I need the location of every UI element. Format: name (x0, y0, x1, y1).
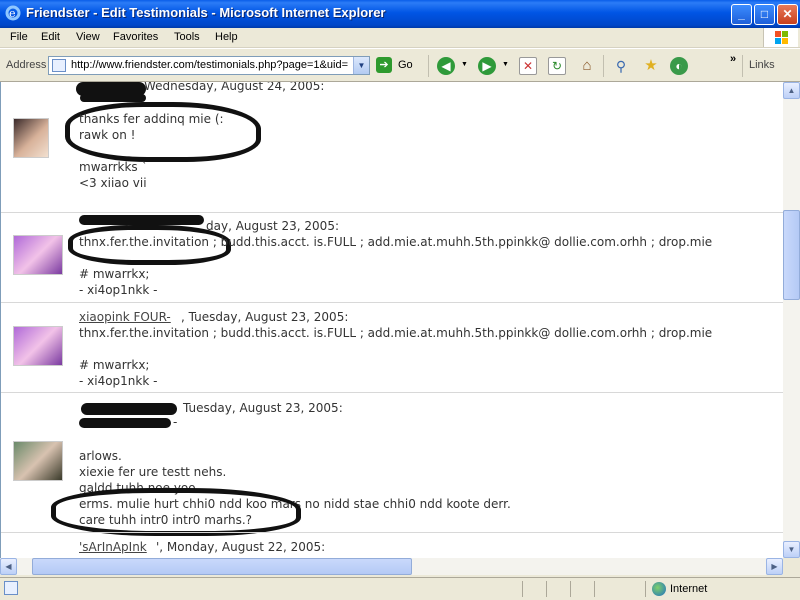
back-dropdown-icon[interactable]: ▼ (461, 61, 468, 68)
scrollbar-corner (783, 558, 800, 575)
testimonial-date: , Tuesday, August 23, 2005: (181, 310, 349, 324)
windows-logo-icon (763, 28, 798, 47)
testimonial-line: arlows. (79, 449, 122, 463)
page-status-icon (4, 581, 18, 595)
avatar[interactable] (13, 441, 63, 481)
menu-help[interactable]: Help (215, 31, 238, 43)
go-arrow-icon: ➔ (376, 57, 392, 73)
status-divider (594, 581, 595, 597)
author-link[interactable]: xiaopink FOUR- (79, 310, 171, 324)
back-icon[interactable]: ◀ (437, 57, 455, 75)
testimonial-entry: day, August 23, 2005: thnx.fer.the.invit… (1, 212, 783, 303)
testimonial-line: mwarrkks ` (79, 160, 148, 174)
menu-favorites[interactable]: Favorites (113, 31, 158, 43)
status-divider (570, 581, 571, 597)
address-input[interactable]: http://www.friendster.com/testimonials.p… (48, 56, 370, 75)
horizontal-scroll-thumb[interactable] (32, 558, 412, 575)
testimonial-entry: Wednesday, August 24, 2005: thanks fer a… (1, 82, 783, 212)
favorites-star-icon[interactable]: ★ (642, 57, 660, 75)
stop-icon[interactable]: ✕ (519, 57, 537, 75)
svg-text:e: e (9, 7, 16, 20)
testimonial-line: rawk on ! (79, 128, 136, 142)
close-button[interactable]: ✕ (777, 4, 798, 25)
globe-icon (652, 582, 666, 596)
vertical-scrollbar[interactable]: ▲ ▼ (783, 82, 800, 558)
page-content[interactable]: Wednesday, August 24, 2005: thanks fer a… (0, 82, 783, 558)
testimonial-date: Tuesday, August 23, 2005: (183, 401, 343, 415)
go-label: Go (398, 59, 413, 71)
status-divider (645, 581, 646, 597)
testimonial-date: day, August 23, 2005: (206, 219, 339, 233)
menu-file[interactable]: File (10, 31, 28, 43)
address-toolbar: Address http://www.friendster.com/testim… (0, 48, 800, 82)
menu-tools[interactable]: Tools (174, 31, 200, 43)
home-icon[interactable]: ⌂ (578, 57, 596, 75)
page-icon (52, 59, 66, 72)
toolbar-separator (428, 55, 429, 77)
redacted-name (81, 403, 177, 415)
forward-dropdown-icon[interactable]: ▼ (502, 61, 509, 68)
testimonial-line: # mwarrkx; (79, 267, 150, 281)
refresh-icon[interactable]: ↻ (548, 57, 566, 75)
testimonial-line: - xi4op1nkk - (79, 283, 158, 297)
redacted-name (80, 94, 146, 102)
status-bar: Internet (0, 577, 800, 600)
testimonial-entry: xiaopink FOUR- , Tuesday, August 23, 200… (1, 302, 783, 393)
ie-icon: e (5, 5, 21, 21)
links-button[interactable]: Links (749, 59, 775, 71)
marker-circle (51, 488, 301, 536)
testimonial-entry: Tuesday, August 23, 2005: - arlows. xiex… (1, 392, 783, 536)
window-title: Friendster - Edit Testimonials - Microso… (26, 5, 386, 20)
status-divider (546, 581, 547, 597)
testimonial-line: thanks fer addinq mie (: (79, 112, 224, 126)
search-icon[interactable]: ⚲ (612, 57, 630, 75)
menu-view[interactable]: View (76, 31, 100, 43)
title-bar[interactable]: e Friendster - Edit Testimonials - Micro… (0, 0, 800, 28)
toolbar-separator (603, 55, 604, 77)
testimonial-line: # mwarrkx; (79, 358, 150, 372)
scroll-up-icon[interactable]: ▲ (783, 82, 800, 99)
author-link[interactable]: 'sArInApInk (79, 540, 147, 554)
avatar[interactable] (13, 235, 63, 275)
toolbar-separator (742, 55, 743, 77)
address-label: Address (6, 59, 47, 71)
testimonial-entry: 'sArInApInk ', Monday, August 22, 2005: (1, 532, 783, 558)
redacted-name (79, 418, 171, 428)
testimonial-line: - xi4op1nkk - (79, 374, 158, 388)
horizontal-scrollbar[interactable]: ◀ ▶ (0, 558, 783, 575)
testimonial-date: Wednesday, August 24, 2005: (144, 82, 325, 93)
testimonial-line: thnx.fer.the.invitation ; budd.this.acct… (79, 235, 713, 249)
status-divider (522, 581, 523, 597)
menu-bar: File Edit View Favorites Tools Help (0, 28, 800, 48)
testimonial-date: ', Monday, August 22, 2005: (156, 540, 326, 554)
testimonial-line: thnx.fer.the.invitation ; budd.this.acct… (79, 326, 713, 340)
testimonial-line: xiexie fer ure testt nehs. (79, 465, 227, 479)
testimonial-line: - (173, 415, 178, 429)
media-icon[interactable]: ◐ (670, 57, 688, 75)
toolbar-chevron-icon[interactable]: » (730, 53, 736, 65)
scroll-down-icon[interactable]: ▼ (783, 541, 800, 558)
menu-edit[interactable]: Edit (41, 31, 60, 43)
redacted-name (79, 215, 204, 225)
avatar[interactable] (13, 118, 49, 158)
vertical-scroll-thumb[interactable] (783, 210, 800, 300)
avatar[interactable] (13, 326, 63, 366)
address-dropdown-icon[interactable]: ▼ (353, 57, 369, 74)
scroll-left-icon[interactable]: ◀ (0, 558, 17, 575)
forward-icon[interactable]: ▶ (478, 57, 496, 75)
maximize-button[interactable]: □ (754, 4, 775, 25)
minimize-button[interactable]: _ (731, 4, 752, 25)
zone-label: Internet (670, 583, 708, 595)
scroll-right-icon[interactable]: ▶ (766, 558, 783, 575)
testimonial-line: <3 xiiao vii (79, 176, 147, 190)
address-url[interactable]: http://www.friendster.com/testimonials.p… (71, 59, 351, 71)
